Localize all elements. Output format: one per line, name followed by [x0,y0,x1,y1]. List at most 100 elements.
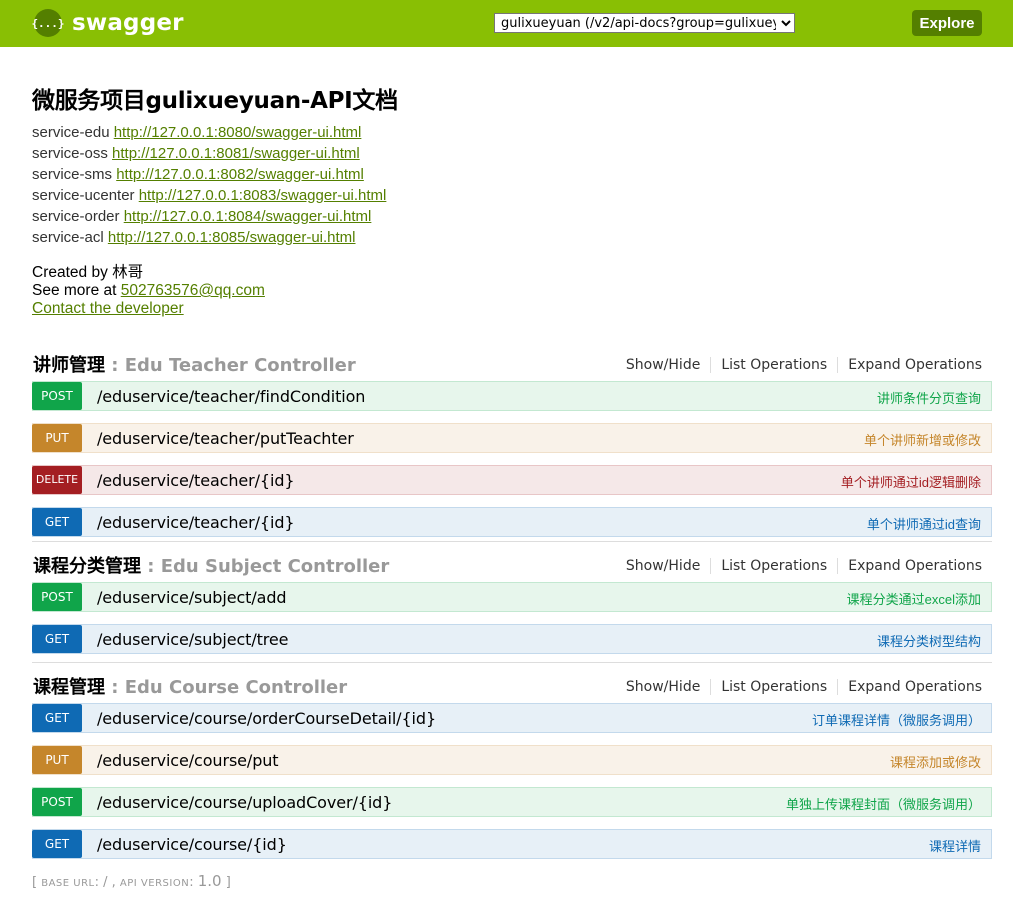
base-url-label: BASE URL [41,878,95,889]
service-url-link[interactable]: http://127.0.0.1:8081/swagger-ui.html [112,145,360,162]
expand-operations-link[interactable]: Expand Operations [838,357,982,373]
explore-button[interactable]: Explore [912,10,982,36]
operation-row[interactable]: POST/eduservice/subject/add 课程分类通过excel添加 [32,582,992,612]
service-row: service-acl http://127.0.0.1:8085/swagge… [32,227,992,248]
service-row: service-edu http://127.0.0.1:8080/swagge… [32,122,992,143]
service-row: service-sms http://127.0.0.1:8082/swagge… [32,164,992,185]
operation-row[interactable]: POST/eduservice/course/uploadCover/{id} 单… [32,787,992,817]
http-method-badge[interactable]: GET [32,507,82,536]
resource-title[interactable]: 课程管理 : Edu Course Controller [33,673,347,699]
operation-summary[interactable]: 讲师条件分页查询 [877,388,981,407]
service-url-link[interactable]: http://127.0.0.1:8085/swagger-ui.html [108,229,356,246]
expand-operations-link[interactable]: Expand Operations [838,679,982,695]
resource-name: 课程管理 [33,677,105,698]
top-bar: {...} swagger gulixueyuan (/v2/api-docs?… [0,0,1013,47]
service-row: service-ucenter http://127.0.0.1:8083/sw… [32,185,992,206]
email-link[interactable]: 502763576@qq.com [121,282,265,299]
operation-summary[interactable]: 课程分类树型结构 [877,631,981,650]
resource-separator: : [105,355,125,376]
resource-options: Show/Hide List Operations Expand Operation… [616,679,982,695]
operation-row[interactable]: GET/eduservice/subject/tree 课程分类树型结构 [32,624,992,654]
resource-separator: : [141,556,161,577]
see-more-label: See more at [32,282,117,299]
endpoint-path[interactable]: /eduservice/course/put [97,751,279,770]
list-operations-link[interactable]: List Operations [711,357,839,373]
operation-summary[interactable]: 单个讲师新增或修改 [864,430,981,449]
http-method-badge[interactable]: POST [32,787,82,816]
resource-section: 课程分类管理 : Edu Subject Controller Show/Hide… [32,544,992,666]
service-url-link[interactable]: http://127.0.0.1:8083/swagger-ui.html [139,187,387,204]
show-hide-link[interactable]: Show/Hide [616,558,712,574]
operation-row[interactable]: PUT/eduservice/course/put 课程添加或修改 [32,745,992,775]
operation-summary[interactable]: 单个讲师通过id逻辑删除 [841,472,981,491]
http-method-badge[interactable]: PUT [32,745,82,774]
resource-title[interactable]: 讲师管理 : Edu Teacher Controller [33,351,356,377]
list-operations-link[interactable]: List Operations [711,679,839,695]
show-hide-link[interactable]: Show/Hide [616,679,712,695]
operation-summary[interactable]: 课程详情 [929,836,981,855]
operation-summary[interactable]: 单个讲师通过id查询 [867,514,981,533]
resource-name: 讲师管理 [33,355,105,376]
endpoint-path[interactable]: /eduservice/course/uploadCover/{id} [97,793,392,812]
endpoint-path[interactable]: /eduservice/course/orderCourseDetail/{id… [97,709,436,728]
endpoint-path[interactable]: /eduservice/course/{id} [97,835,287,854]
endpoint-path[interactable]: /eduservice/subject/tree [97,630,289,649]
resource-controller: Edu Subject Controller [160,556,390,577]
http-method-badge[interactable]: GET [32,829,82,858]
endpoint-path[interactable]: /eduservice/teacher/{id} [97,513,295,532]
resource-separator: : [105,677,125,698]
service-name: service-acl [32,229,104,246]
operation-row[interactable]: DELETE/eduservice/teacher/{id} 单个讲师通过id逻辑… [32,465,992,495]
resource-controller: Edu Course Controller [124,677,348,698]
http-method-badge[interactable]: DELETE [32,465,82,494]
resource-heading: 课程管理 : Edu Course Controller Show/Hide Lis… [32,665,992,703]
operation-summary[interactable]: 课程添加或修改 [890,752,981,771]
expand-operations-link[interactable]: Expand Operations [838,558,982,574]
http-method-badge[interactable]: POST [32,381,82,410]
resource-options: Show/Hide List Operations Expand Operation… [616,357,982,373]
operation-summary[interactable]: 单独上传课程封面（微服务调用） [786,794,981,813]
service-row: service-order http://127.0.0.1:8084/swag… [32,206,992,227]
section-divider [32,662,992,663]
http-method-badge[interactable]: GET [32,703,82,732]
show-hide-link[interactable]: Show/Hide [616,357,712,373]
endpoint-path[interactable]: /eduservice/teacher/putTeachter [97,429,354,448]
resource-heading: 课程分类管理 : Edu Subject Controller Show/Hide… [32,544,992,582]
http-method-badge[interactable]: GET [32,624,82,653]
created-by: Created by 林哥 [32,264,144,281]
service-list: service-edu http://127.0.0.1:8080/swagge… [32,122,992,248]
http-method-badge[interactable]: POST [32,582,82,611]
service-name: service-order [32,208,120,225]
service-url-link[interactable]: http://127.0.0.1:8080/swagger-ui.html [114,124,362,141]
operation-row[interactable]: PUT/eduservice/teacher/putTeachter 单个讲师新增… [32,423,992,453]
service-url-link[interactable]: http://127.0.0.1:8082/swagger-ui.html [116,166,364,183]
resource-section: 课程管理 : Edu Course Controller Show/Hide Lis… [32,665,992,871]
list-operations-link[interactable]: List Operations [711,558,839,574]
endpoint-path[interactable]: /eduservice/teacher/{id} [97,471,295,490]
contact-info: Created by 林哥 See more at 502763576@qq.c… [32,264,992,318]
resource-options: Show/Hide List Operations Expand Operation… [616,558,982,574]
api-definition-select[interactable]: gulixueyuan (/v2/api-docs?group=gulixuey… [494,13,795,33]
resource-name: 课程分类管理 [33,556,141,577]
operation-row[interactable]: POST/eduservice/teacher/findCondition 讲师条… [32,381,992,411]
service-name: service-edu [32,124,110,141]
contact-developer-link[interactable]: Contact the developer [32,300,184,317]
resource-title[interactable]: 课程分类管理 : Edu Subject Controller [33,552,389,578]
service-url-link[interactable]: http://127.0.0.1:8084/swagger-ui.html [124,208,372,225]
resource-section: 讲师管理 : Edu Teacher Controller Show/Hide Li… [32,343,992,549]
operation-summary[interactable]: 订单课程详情（微服务调用） [812,710,981,729]
base-url-value: / [103,875,108,890]
endpoint-path[interactable]: /eduservice/subject/add [97,588,287,607]
http-method-badge[interactable]: PUT [32,423,82,452]
operation-row[interactable]: GET/eduservice/teacher/{id} 单个讲师通过id查询 [32,507,992,537]
service-row: service-oss http://127.0.0.1:8081/swagge… [32,143,992,164]
api-info: 微服务项目gulixueyuan-API文档 service-edu http:… [32,86,992,318]
operation-row[interactable]: GET/eduservice/course/{id} 课程详情 [32,829,992,859]
service-name: service-sms [32,166,113,183]
swagger-logo-icon: {...} [31,9,65,37]
operation-row[interactable]: GET/eduservice/course/orderCourseDetail/… [32,703,992,733]
operation-summary[interactable]: 课程分类通过excel添加 [847,589,981,608]
endpoint-path[interactable]: /eduservice/teacher/findCondition [97,387,365,406]
brand-name: swagger [72,10,184,36]
swagger-logo[interactable]: {...} swagger [31,9,184,37]
